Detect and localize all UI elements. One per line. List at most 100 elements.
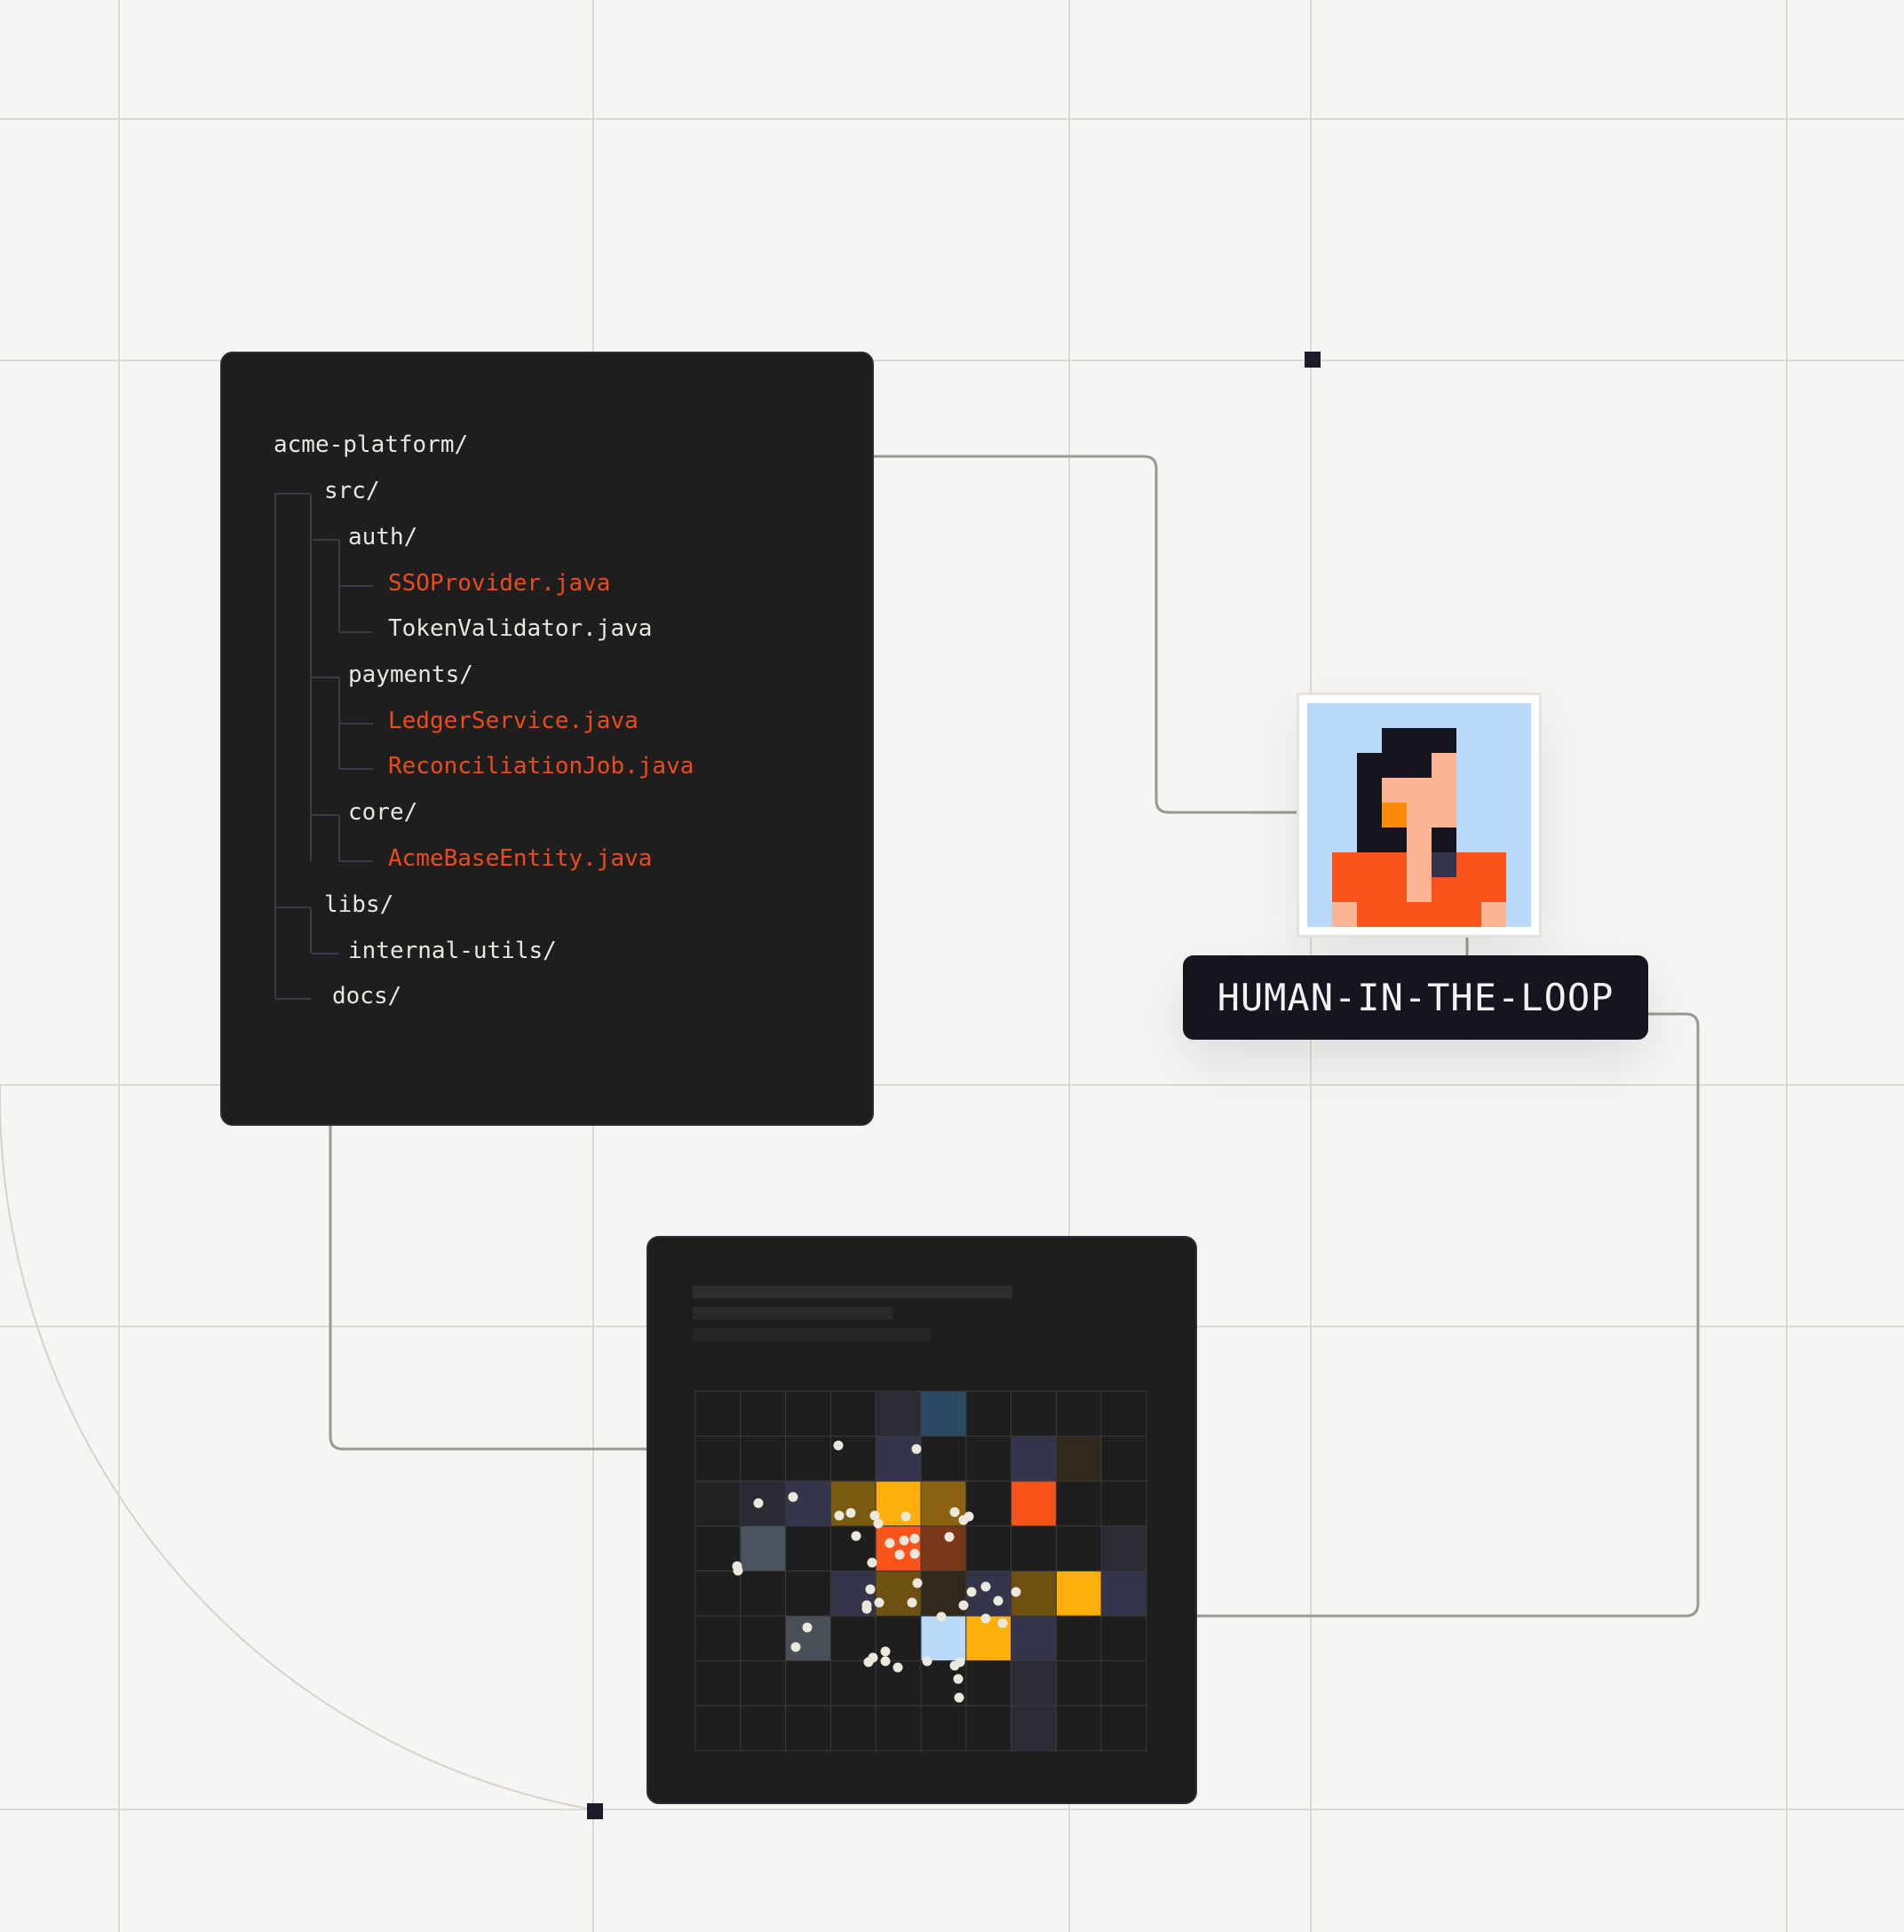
heatmap-cell — [740, 1436, 787, 1482]
heatmap-cell — [1055, 1436, 1102, 1482]
heatmap-panel — [647, 1236, 1197, 1804]
heatmap-cell — [1011, 1660, 1057, 1706]
tree-item-acmebaseentity[interactable]: AcmeBaseEntity.java — [388, 843, 652, 874]
heatmap-cell — [1100, 1436, 1147, 1482]
heatmap-dot — [894, 1549, 905, 1560]
tree-item-reconciliationjob[interactable]: ReconciliationJob.java — [388, 751, 694, 781]
heatmap-cell — [920, 1525, 967, 1572]
heatmap-cell — [920, 1390, 967, 1437]
heatmap-dot — [880, 1646, 891, 1657]
file-tree-panel: acme-platform/ src/ auth/ SSOProvider.ja… — [220, 352, 874, 1126]
connector-label-to-heatmap — [1197, 1012, 1700, 1618]
heatmap-dot — [874, 1597, 885, 1608]
heatmap-cell — [1055, 1570, 1102, 1617]
heatmap-cell — [694, 1390, 742, 1437]
heatmap-dot — [863, 1657, 874, 1667]
heatmap-cell — [920, 1436, 967, 1482]
heatmap-cell — [965, 1660, 1012, 1706]
human-avatar-card — [1297, 693, 1542, 938]
heatmap-dot — [958, 1600, 969, 1611]
heatmap-dot — [964, 1511, 974, 1522]
heatmap-cell — [740, 1660, 787, 1706]
heatmap-dot — [790, 1642, 801, 1652]
heatmap-cell — [965, 1705, 1012, 1752]
heatmap-cell — [740, 1570, 787, 1617]
heatmap-cell — [694, 1705, 742, 1752]
heatmap-cell — [875, 1480, 922, 1527]
heatmap-cell — [1011, 1480, 1057, 1527]
heatmap-cell — [1011, 1390, 1057, 1437]
heatmap-dot — [802, 1622, 813, 1633]
heatmap-dot — [966, 1587, 977, 1597]
heatmap-cell — [740, 1390, 787, 1437]
heatmap-cell — [785, 1480, 831, 1527]
heatmap-cell — [829, 1705, 877, 1752]
placeholder-bar — [693, 1307, 892, 1319]
heatmap-dot — [892, 1662, 903, 1673]
heatmap-cell — [920, 1615, 967, 1662]
heatmap-dot — [949, 1507, 960, 1517]
heatmap-cell — [1100, 1660, 1147, 1706]
tree-item-libs[interactable]: libs/ — [324, 890, 393, 920]
heatmap-cell — [1011, 1615, 1057, 1662]
heatmap-dot — [955, 1657, 965, 1667]
heatmap-cell — [875, 1570, 922, 1617]
heatmap-cell — [1100, 1705, 1147, 1752]
heatmap-cell — [920, 1705, 967, 1752]
heatmap-dot — [753, 1498, 764, 1508]
heatmap-cell — [875, 1390, 922, 1437]
heatmap-dot — [936, 1611, 947, 1622]
heatmap-cell — [829, 1660, 877, 1706]
heatmap-dot — [885, 1538, 895, 1548]
heatmap-dot — [861, 1600, 872, 1611]
heatmap-cell — [785, 1570, 831, 1617]
heatmap-dot — [954, 1692, 964, 1703]
tree-item-auth[interactable]: auth/ — [348, 522, 417, 552]
heatmap-cell — [1055, 1525, 1102, 1572]
heatmap-dot — [833, 1440, 844, 1451]
connector-tree-to-heatmap — [329, 1126, 647, 1451]
heatmap-dot — [980, 1581, 991, 1592]
heatmap-cell — [785, 1525, 831, 1572]
heatmap-cell — [875, 1705, 922, 1752]
square-marker-icon — [1305, 352, 1321, 368]
heatmap-cell — [694, 1436, 742, 1482]
tree-item-ssoprovider[interactable]: SSOProvider.java — [388, 568, 610, 598]
heatmap-dot — [788, 1492, 798, 1502]
heatmap-cell — [740, 1615, 787, 1662]
heatmap-cell — [694, 1570, 742, 1617]
tree-item-internal-utils[interactable]: internal-utils/ — [348, 936, 557, 966]
tree-item-ledgerservice[interactable]: LedgerService.java — [388, 706, 639, 736]
heatmap-cell — [740, 1525, 787, 1572]
heatmap-dot — [922, 1656, 932, 1667]
heatmap-cell — [1100, 1525, 1147, 1572]
heatmap-dot — [867, 1557, 877, 1568]
heatmap-cell — [1011, 1436, 1057, 1482]
tree-item-tokenvalidator[interactable]: TokenValidator.java — [388, 614, 652, 644]
heatmap-canvas — [693, 1286, 1147, 1752]
heatmap-cell — [1011, 1705, 1057, 1752]
heatmap-dot — [1011, 1587, 1021, 1597]
heatmap-dot — [944, 1532, 955, 1542]
heatmap-cell — [965, 1525, 1012, 1572]
heatmap-dot — [880, 1656, 891, 1667]
heatmap-cell — [694, 1660, 742, 1706]
tree-item-docs[interactable]: docs/ — [332, 981, 401, 1011]
tree-item-src[interactable]: src/ — [324, 476, 380, 506]
placeholder-bar — [693, 1286, 1012, 1298]
heatmap-cell — [785, 1390, 831, 1437]
heatmap-cell — [965, 1436, 1012, 1482]
tree-item-acme-platform[interactable]: acme-platform/ — [274, 430, 468, 460]
heatmap-cell — [829, 1615, 877, 1662]
heatmap-cell — [1055, 1660, 1102, 1706]
heatmap-cell — [965, 1390, 1012, 1437]
tree-item-core[interactable]: core/ — [348, 797, 417, 827]
heatmap-dot — [834, 1510, 845, 1521]
square-marker-icon — [587, 1803, 603, 1819]
heatmap-cell — [785, 1705, 831, 1752]
decorative-arc — [0, 1085, 594, 1810]
heatmap-cell — [694, 1480, 742, 1527]
tree-item-payments[interactable]: payments/ — [348, 660, 473, 690]
heatmap-cell — [785, 1660, 831, 1706]
heatmap-dot — [907, 1597, 917, 1608]
